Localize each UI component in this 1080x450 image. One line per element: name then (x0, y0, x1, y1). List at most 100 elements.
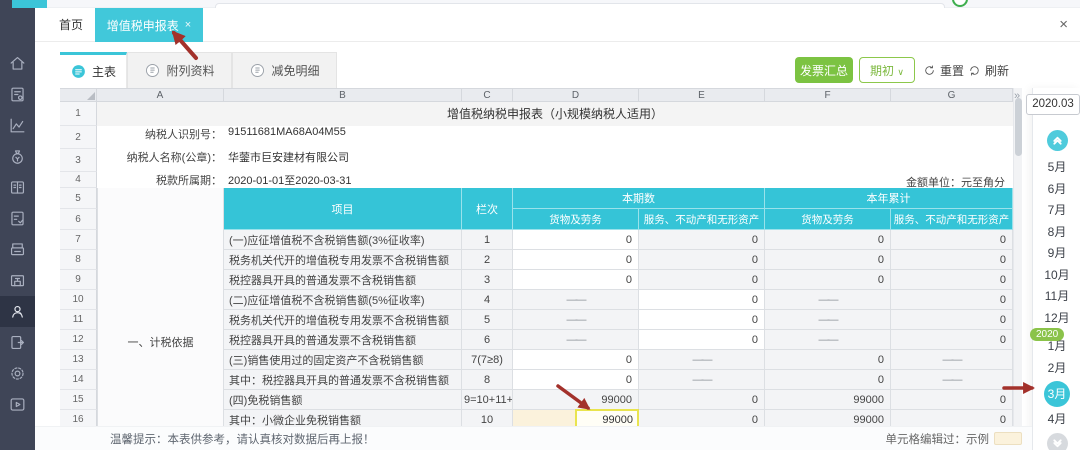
column-letter[interactable]: C (462, 88, 513, 102)
period-dropdown[interactable]: 期初 ∨ (859, 57, 915, 83)
value-cell[interactable]: 99000 (513, 390, 639, 410)
value-cell[interactable]: 0 (891, 230, 1013, 250)
column-letter[interactable]: A (97, 88, 224, 102)
value-cell[interactable]: 0 (639, 390, 765, 410)
value-cell[interactable]: 0 (891, 330, 1013, 350)
sidebar-item-report-chart[interactable] (0, 110, 35, 141)
row-number[interactable]: 14 (60, 370, 97, 390)
sidebar-item-home[interactable] (0, 48, 35, 79)
value-cell[interactable]: 0 (891, 270, 1013, 290)
month-item-5月[interactable]: 5月 (1033, 157, 1080, 179)
value-cell[interactable]: 0 (765, 250, 891, 270)
sidebar-item-checklist[interactable] (0, 203, 35, 234)
reset-button[interactable]: 重置 (923, 57, 964, 83)
value-cell[interactable]: 0 (765, 230, 891, 250)
row-number[interactable]: 10 (60, 290, 97, 310)
vertical-scrollbar[interactable] (1013, 88, 1022, 426)
month-item-11月[interactable]: 11月 (1033, 286, 1080, 308)
value-cell[interactable]: 0 (513, 370, 639, 390)
month-item-7月[interactable]: 7月 (1033, 200, 1080, 222)
subtab-attachments[interactable]: 附列资料 (127, 52, 232, 88)
row-number[interactable]: 9 (60, 270, 97, 290)
subtab-main-table[interactable]: 主表 (60, 52, 127, 88)
sidebar-item-video[interactable] (0, 389, 35, 420)
row-number[interactable]: 16 (60, 410, 97, 426)
row-number[interactable]: 11 (60, 310, 97, 330)
info-value[interactable]: 91511681MA68A04M55 (228, 126, 346, 138)
column-letter[interactable]: F (765, 88, 891, 102)
sidebar-item-salary[interactable] (0, 296, 35, 327)
value-cell[interactable]: 0 (639, 410, 765, 426)
value-cell[interactable]: —— (765, 310, 891, 330)
value-cell[interactable]: 99000 (513, 410, 639, 426)
value-cell[interactable]: 99000 (765, 390, 891, 410)
value-cell[interactable]: 0 (513, 250, 639, 270)
row-number[interactable]: 4 (60, 172, 97, 188)
column-letter[interactable]: G (891, 88, 1013, 102)
scroll-up-icon[interactable] (1047, 130, 1068, 151)
month-item-10月[interactable]: 10月 (1033, 265, 1080, 287)
value-cell[interactable]: 0 (891, 290, 1013, 310)
sidebar-item-doc-transfer[interactable] (0, 327, 35, 358)
row-number[interactable]: 12 (60, 330, 97, 350)
value-cell[interactable]: —— (513, 330, 639, 350)
value-cell[interactable]: —— (891, 370, 1013, 390)
info-value[interactable]: 2020-01-01至2020-03-31 (228, 172, 352, 188)
column-letter[interactable]: D (513, 88, 639, 102)
month-item-4月[interactable]: 4月 (1033, 409, 1080, 431)
row-number[interactable]: 7 (60, 230, 97, 250)
value-cell[interactable]: 0 (513, 270, 639, 290)
column-letter[interactable]: B (224, 88, 462, 102)
month-item-3月[interactable]: 3月 (1033, 381, 1080, 407)
column-letter[interactable]: E (639, 88, 765, 102)
value-cell[interactable]: 0 (891, 410, 1013, 426)
month-item-2月[interactable]: 2月 (1033, 358, 1080, 380)
value-cell[interactable]: 0 (639, 250, 765, 270)
row-number[interactable]: 15 (60, 390, 97, 410)
scrollbar-thumb[interactable] (1015, 98, 1022, 156)
value-cell[interactable]: 0 (513, 230, 639, 250)
cell-editor-input[interactable]: 99000 (575, 409, 639, 426)
value-cell[interactable]: —— (765, 330, 891, 350)
month-item-12月[interactable]: 12月 (1033, 308, 1080, 330)
sidebar-item-invoice[interactable] (0, 234, 35, 265)
value-cell[interactable]: —— (513, 310, 639, 330)
value-cell[interactable]: 0 (639, 290, 765, 310)
value-cell[interactable]: —— (639, 350, 765, 370)
value-cell[interactable]: 0 (765, 270, 891, 290)
invoice-summary-button[interactable]: 发票汇总 (795, 57, 853, 83)
value-cell[interactable]: 0 (765, 350, 891, 370)
panel-expander-icon[interactable]: » (1014, 90, 1020, 102)
row-number[interactable]: 2 (60, 126, 97, 149)
value-cell[interactable]: —— (765, 290, 891, 310)
value-cell[interactable]: 0 (891, 390, 1013, 410)
value-cell[interactable]: —— (513, 290, 639, 310)
value-cell[interactable]: 0 (891, 250, 1013, 270)
sidebar-item-voucher[interactable] (0, 79, 35, 110)
subtab-reduction-detail[interactable]: 减免明细 (232, 52, 337, 88)
value-cell[interactable]: —— (639, 370, 765, 390)
sidebar-item-settings[interactable] (0, 358, 35, 389)
sidebar-item-bank[interactable] (0, 265, 35, 296)
tab-home[interactable]: 首页 (59, 8, 83, 42)
value-cell[interactable]: 0 (639, 230, 765, 250)
info-value[interactable]: 华蓥市巨安建材有限公司 (228, 149, 349, 165)
help-circle-icon[interactable] (952, 0, 968, 7)
month-item-6月[interactable]: 6月 (1033, 179, 1080, 201)
value-cell[interactable]: 0 (639, 270, 765, 290)
select-all-corner[interactable] (60, 88, 97, 102)
value-cell[interactable]: 99000 (765, 410, 891, 426)
month-item-9月[interactable]: 9月 (1033, 243, 1080, 265)
refresh-button[interactable]: 刷新 (968, 57, 1009, 83)
month-item-8月[interactable]: 8月 (1033, 222, 1080, 244)
row-number[interactable]: 1 (60, 102, 97, 126)
row-number[interactable]: 3 (60, 149, 97, 172)
sidebar-item-ledger[interactable] (0, 172, 35, 203)
row-number[interactable]: 13 (60, 350, 97, 370)
row-number[interactable]: 6 (60, 209, 97, 230)
tab-vat-return[interactable]: 增值税申报表 × (95, 8, 203, 42)
tab-close-icon[interactable]: × (185, 19, 191, 31)
value-cell[interactable]: 0 (639, 310, 765, 330)
value-cell[interactable]: 0 (513, 350, 639, 370)
value-cell[interactable]: 0 (765, 370, 891, 390)
